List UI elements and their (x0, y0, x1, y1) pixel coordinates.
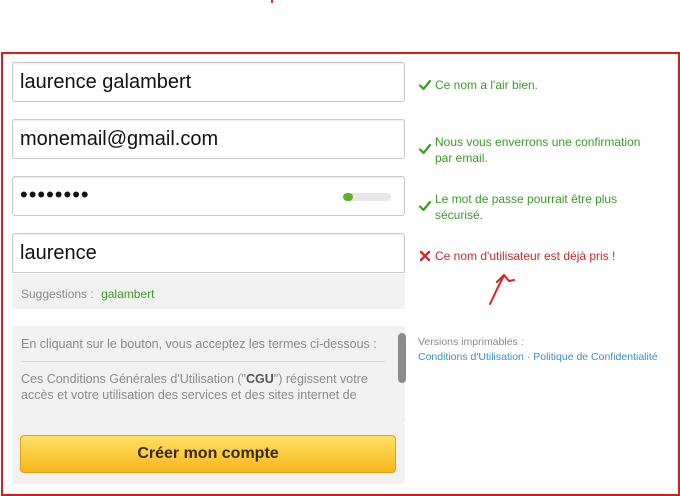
red-arrow-annotation (489, 274, 515, 305)
name-ok-message: Ce nom a l'air bien. (418, 77, 668, 93)
email-ok-message: Nous vous enverrons une confirmation par… (418, 134, 658, 166)
check-icon (418, 79, 432, 91)
button-area: Créer mon compte (12, 424, 405, 484)
email-value: monemail@gmail.com (20, 128, 219, 150)
terms-divider (21, 361, 385, 362)
username-value: laurence (20, 242, 97, 264)
name-ok-text: Ce nom a l'air bien. (435, 78, 539, 92)
terms-body: Ces Conditions Générales d'Utilisation (… (21, 372, 368, 402)
name-value: laurence galambert (20, 71, 192, 93)
password-strength-fill (343, 193, 353, 201)
terms-of-use-link[interactable]: Conditions d'Utilisation (418, 351, 524, 363)
password-ok-message: Le mot de passe pourrait être plus sécur… (418, 191, 648, 223)
username-suggestions: Suggestions : galambert (12, 274, 405, 309)
terms-cgu: CGU (245, 372, 274, 386)
password-field[interactable]: •••••••• (12, 176, 405, 216)
suggestions-label: Suggestions : (21, 287, 94, 301)
printable-label: Versions imprimables : (418, 336, 524, 348)
stray-dot (271, 0, 273, 3)
email-ok-text: Nous vous enverrons une confirmation par… (435, 135, 641, 165)
check-icon (418, 200, 432, 212)
password-value: •••••••• (20, 182, 90, 207)
password-ok-text: Le mot de passe pourrait être plus sécur… (435, 192, 618, 222)
username-error-message: Ce nom d'utilisateur est déjà pris ! (418, 248, 668, 264)
privacy-policy-link[interactable]: Politique de Confidentialité (533, 351, 657, 363)
suggestion-link[interactable]: galambert (101, 287, 154, 301)
printable-versions: Versions imprimables : Conditions d'Util… (418, 335, 658, 365)
username-error-text: Ce nom d'utilisateur est déjà pris ! (435, 249, 616, 263)
username-field[interactable]: laurence (12, 233, 405, 273)
email-field[interactable]: monemail@gmail.com (12, 119, 405, 159)
terms-intro: En cliquant sur le bouton, vous acceptez… (21, 337, 377, 351)
cross-icon (419, 250, 431, 262)
check-icon (418, 143, 432, 155)
terms-box[interactable]: En cliquant sur le bouton, vous acceptez… (12, 326, 405, 424)
name-field[interactable]: laurence galambert (12, 62, 405, 102)
terms-scrollbar[interactable] (398, 333, 406, 383)
password-strength-meter (343, 193, 391, 201)
create-account-button[interactable]: Créer mon compte (20, 435, 396, 473)
link-separator: · (526, 351, 531, 363)
